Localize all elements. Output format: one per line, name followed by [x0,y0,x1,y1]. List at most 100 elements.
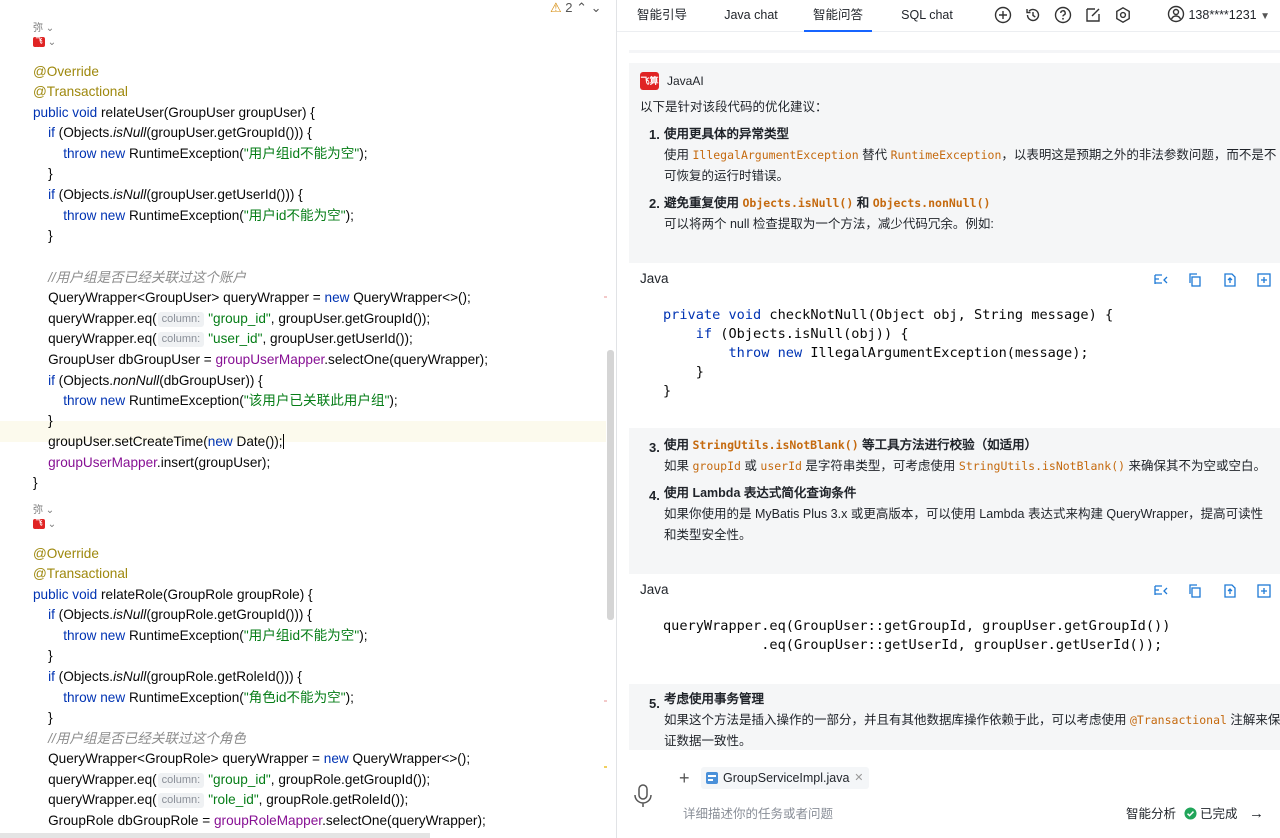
change-marker [604,766,607,768]
code-line[interactable]: if (Objects.isNull(groupRole.getRoleId()… [33,666,302,687]
chevron-down-icon: ▼ [1260,11,1270,22]
previous-message-edge [629,50,1280,53]
code-line[interactable]: if (Objects.isNull(groupUser.getUserId()… [33,184,303,205]
analysis-status: 智能分析 已完成 → [1126,803,1264,822]
code-line[interactable]: if (Objects.nonNull(dbGroupUser)) { [33,370,263,391]
code-line[interactable]: groupUserMapper.insert(groupUser); [33,452,270,473]
code-lens-ai[interactable]: 飞算 ⌄ [33,519,56,537]
add-context-icon[interactable]: + [679,767,690,789]
code-line[interactable]: if (Objects.isNull(groupUser.getGroupId(… [33,122,312,143]
code-line[interactable]: } [33,707,53,728]
add-icon[interactable] [1256,272,1272,288]
code-line[interactable]: @Transactional [33,563,128,584]
code-editor[interactable]: ⚠ 2 ⌃ ⌄ 弥 ⌄ 飞算 ⌄ @Override @Transactional pu… [0,0,616,838]
copy-icon[interactable] [1187,272,1203,288]
code-line[interactable]: queryWrapper.eq(column: "group_id", group… [33,308,430,329]
code-line[interactable]: public void relateRole(GroupRole groupRo… [33,584,313,605]
top-nav: 智能引导 Java chat 智能问答 SQL chat 138****1231… [617,0,1280,32]
code-line[interactable]: GroupRole dbGroupRole = groupRoleMapper.… [33,810,486,831]
code-line[interactable]: throw new RuntimeException("用户id不能为空"); [33,205,354,226]
code-line[interactable]: public void relateUser(GroupUser groupUs… [33,102,315,123]
chevron-up-icon[interactable]: ⌃ [576,0,587,15]
code-line[interactable]: } [33,163,53,184]
s4-body: 如果你使用的是 MyBatis Plus 3.x 或更高版本，可以使用 Lamb… [664,507,1264,521]
check-circle-icon [1183,807,1197,820]
code-line[interactable]: } [33,472,38,493]
code-block: Java queryWrapper.eq(GroupUser::getGroup… [629,574,1280,684]
task-input[interactable]: 详细描述你的任务或者问题 [683,803,833,822]
code-snippet: queryWrapper.eq(GroupUser::getGroupId, g… [663,618,1171,653]
code-line[interactable]: throw new RuntimeException("用户组id不能为空"); [33,143,367,164]
code-line[interactable]: QueryWrapper<GroupUser> queryWrapper = n… [33,287,471,308]
tab-sql-chat[interactable]: SQL chat [893,0,961,32]
s3-title: 使用 StringUtils.isNotBlank() 等工具方法进行校验（如适… [664,438,1038,452]
s5-body: 如果这个方法是插入操作的一部分，并且有其他数据库操作依赖于此，可以考虑使用 @T… [664,713,1280,727]
code-line[interactable]: @Transactional [33,81,128,102]
add-icon[interactable] [1256,583,1272,599]
chat-input-bar: + GroupServiceImpl.java ✕ 详细描述你的任务或者问题 智… [617,755,1280,838]
code-line[interactable]: throw new RuntimeException("该用户已关联此用户组")… [33,390,398,411]
code-line[interactable]: } [33,225,53,246]
code-lens-author[interactable]: 弥 ⌄ [33,23,54,35]
code-line[interactable]: QueryWrapper<GroupRole> queryWrapper = n… [33,748,470,769]
chevron-down-icon[interactable]: ⌄ [591,0,602,15]
copy-icon[interactable] [1187,583,1203,599]
javaai-logo: 飞算 [640,72,659,90]
list-number: 3. [649,440,660,455]
answer-card: 飞算 JavaAI 以下是针对该段代码的优化建议： 1. 使用更具体的异常类型 … [629,63,1280,263]
tab-guide[interactable]: 智能引导 [629,0,695,32]
code-line[interactable]: } [33,410,53,431]
export-file-icon[interactable] [1222,583,1238,599]
s4-title: 使用 Lambda 表达式简化查询条件 [664,486,857,500]
answer-card: 3. 使用 StringUtils.isNotBlank() 等工具方法进行校验… [629,428,1280,574]
s5-title: 考虑使用事务管理 [664,692,765,706]
edit-icon[interactable] [1084,6,1102,24]
list-number: 5. [649,696,660,711]
code-lens-ai[interactable]: 飞算 ⌄ [33,37,56,55]
feisuan-logo-icon: 飞算 [33,37,45,55]
code-line[interactable]: GroupUser dbGroupUser = groupUserMapper.… [33,349,488,370]
s3-body: 如果 groupId 或 userId 是字符串类型，可考虑使用 StringU… [664,459,1267,473]
user-icon [1167,5,1185,23]
s4-body-cont: 和类型安全性。 [664,528,752,542]
code-line[interactable]: //用户组是否已经关联过这个角色 [33,728,246,749]
plus-circle-icon[interactable] [994,6,1012,24]
s1-body-cont: 可恢复的运行时错误。 [664,169,790,183]
warning-indicator[interactable]: ⚠ 2 ⌃ ⌄ [550,0,602,16]
help-icon[interactable] [1054,6,1072,24]
vertical-scrollbar[interactable] [607,350,614,620]
code-block: Java private void checkNotNull(Object ob… [629,263,1280,428]
code-line[interactable]: queryWrapper.eq(column: "group_id", group… [33,769,430,790]
tab-smart-qa[interactable]: 智能问答 [804,0,872,32]
s1-title: 使用更具体的异常类型 [664,127,790,141]
export-file-icon[interactable] [1222,272,1238,288]
microphone-icon[interactable] [632,783,654,809]
code-line[interactable]: //用户组是否已经关联过这个账户 [33,267,246,288]
code-line[interactable]: queryWrapper.eq(column: "user_id", groupU… [33,328,413,349]
code-language: Java [640,271,669,286]
tab-java-chat[interactable]: Java chat [717,0,785,32]
remove-file-icon[interactable]: ✕ [854,767,863,789]
insert-code-icon[interactable] [1153,272,1169,288]
chat-scroll-area[interactable]: 飞算 JavaAI 以下是针对该段代码的优化建议： 1. 使用更具体的异常类型 … [629,50,1280,750]
settings-icon[interactable] [1114,6,1132,24]
code-line[interactable]: queryWrapper.eq(column: "role_id", groupR… [33,789,408,810]
code-line[interactable]: throw new RuntimeException("角色id不能为空"); [33,687,354,708]
code-line[interactable]: @Override [33,61,99,82]
code-line[interactable]: throw new RuntimeException("用户组id不能为空"); [33,625,367,646]
history-icon[interactable] [1024,6,1042,24]
code-line[interactable]: @Override [33,543,99,564]
code-lens-author[interactable]: 弥 ⌄ [33,505,54,517]
send-arrow-icon[interactable]: → [1249,805,1264,822]
insert-code-icon[interactable] [1153,583,1169,599]
user-menu[interactable]: 138****1231 ▼ [1167,0,1270,32]
horizontal-scrollbar[interactable] [0,833,430,838]
attached-file-chip[interactable]: GroupServiceImpl.java ✕ [701,767,870,789]
list-number: 1. [649,127,660,142]
code-line[interactable]: } [33,645,53,666]
code-line[interactable]: groupUser.setCreateTime(new Date()); [33,431,284,452]
s1-body: 使用 IllegalArgumentException 替代 RuntimeEx… [664,148,1277,162]
code-line[interactable]: if (Objects.isNull(groupRole.getGroupId(… [33,604,312,625]
warning-icon: ⚠ [550,0,562,15]
mode-label[interactable]: 智能分析 [1126,807,1176,821]
